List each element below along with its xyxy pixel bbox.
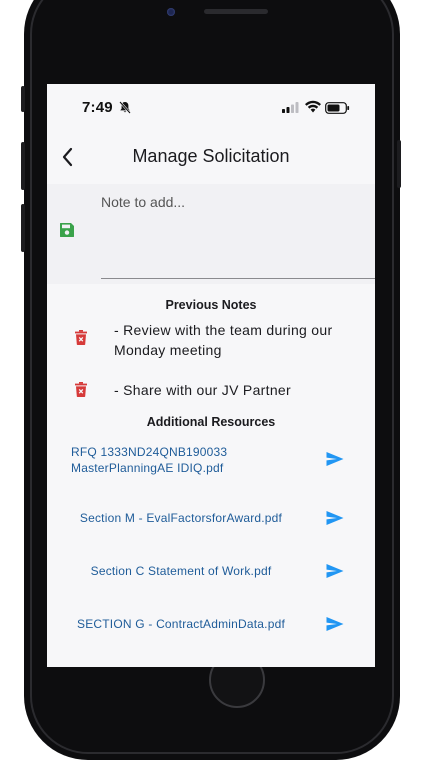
- status-bar: 7:49: [47, 84, 375, 130]
- nav-bar: Manage Solicitation: [47, 130, 375, 184]
- send-icon[interactable]: [326, 563, 344, 579]
- resource-link[interactable]: Section M - EvalFactorsforAward.pdf: [47, 510, 315, 526]
- trash-icon[interactable]: [75, 330, 87, 345]
- earpiece-speaker: [204, 9, 268, 14]
- app-screen: 7:49 Manage Solicitation Note to add... …: [47, 84, 375, 667]
- volume-down-button: [21, 204, 25, 252]
- mute-switch: [21, 86, 25, 112]
- power-button: [397, 140, 401, 188]
- send-icon[interactable]: [326, 510, 344, 526]
- additional-resources-heading: Additional Resources: [146, 415, 276, 429]
- bell-slash-icon: [119, 101, 131, 114]
- cellular-signal-icon: [282, 102, 299, 113]
- save-icon[interactable]: [59, 222, 75, 238]
- note-entry-section: [47, 184, 375, 284]
- front-camera: [167, 8, 175, 16]
- trash-icon[interactable]: [75, 382, 87, 397]
- send-icon[interactable]: [326, 616, 344, 632]
- note-input-underline: [101, 278, 375, 279]
- previous-notes-heading: Previous Notes: [165, 298, 257, 312]
- note-input[interactable]: [101, 194, 371, 278]
- resource-link[interactable]: RFQ 1333ND24QNB190033 MasterPlanningAE I…: [71, 444, 271, 476]
- resource-link[interactable]: SECTION G - ContractAdminData.pdf: [47, 616, 315, 632]
- battery-icon: [325, 102, 350, 114]
- send-icon[interactable]: [326, 451, 344, 467]
- page-title: Manage Solicitation: [132, 146, 290, 166]
- note-text: - Review with the team during our Monday…: [114, 322, 333, 358]
- resource-link[interactable]: Section C Statement of Work.pdf: [47, 563, 315, 579]
- wifi-icon: [305, 100, 321, 113]
- note-text: - Share with our JV Partner: [114, 382, 291, 398]
- status-time: 7:49: [82, 99, 113, 116]
- volume-up-button: [21, 142, 25, 190]
